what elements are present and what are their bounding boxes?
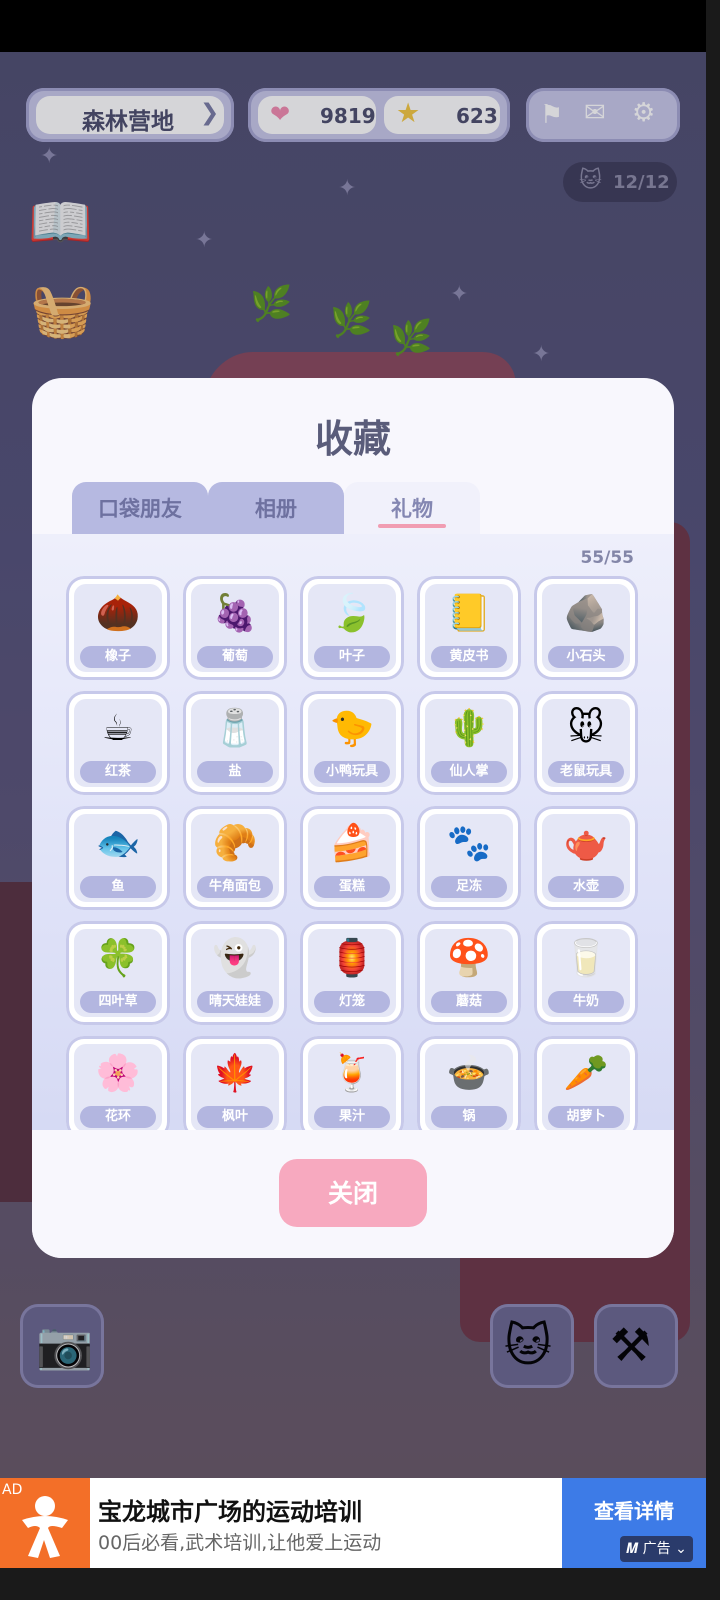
- gift-item-label: 盐: [197, 761, 273, 783]
- gift-item-label: 红茶: [80, 761, 156, 783]
- gift-item[interactable]: 🐟 鱼: [66, 806, 170, 910]
- gift-item[interactable]: 🥕 胡萝卜: [534, 1036, 638, 1140]
- salt-bottle-icon: 🧂: [212, 708, 258, 749]
- pebbles-icon: 🪨: [563, 593, 609, 634]
- gift-item[interactable]: 🌸 花环: [66, 1036, 170, 1140]
- gift-item-label: 果汁: [314, 1106, 390, 1128]
- carrot-icon: 🥕: [563, 1053, 609, 1094]
- gift-item-label: 蘑菇: [431, 991, 507, 1013]
- croissant-icon: 🥐: [212, 823, 258, 864]
- gift-item[interactable]: 🥐 牛角面包: [183, 806, 287, 910]
- gift-item-label: 晴天娃娃: [197, 991, 273, 1013]
- maple-leaf-icon: 🍁: [212, 1053, 258, 1094]
- gift-item[interactable]: 🍹 果汁: [300, 1036, 404, 1140]
- gift-item-label: 鱼: [80, 876, 156, 898]
- gift-item-label: 葡萄: [197, 646, 273, 668]
- gift-item[interactable]: 🏮 灯笼: [300, 921, 404, 1025]
- leaf-icon: 🍃: [329, 593, 375, 634]
- status-bar: [0, 0, 706, 52]
- gift-item-label: 老鼠玩具: [548, 761, 624, 783]
- ad-mark[interactable]: 𝑴 广告 ⌄: [620, 1536, 693, 1562]
- gift-item[interactable]: ☕ 红茶: [66, 691, 170, 795]
- gift-item[interactable]: 📒 黄皮书: [417, 576, 521, 680]
- gift-item[interactable]: 🪨 小石头: [534, 576, 638, 680]
- gift-item-label: 花环: [80, 1106, 156, 1128]
- ad-badge: AD: [2, 1482, 23, 1498]
- gift-item-label: 小石头: [548, 646, 624, 668]
- gift-item[interactable]: 🫖 水壶: [534, 806, 638, 910]
- paw-jelly-icon: 🐾: [446, 823, 492, 864]
- mouse-toy-icon: 🐭: [567, 708, 605, 749]
- lantern-icon: 🏮: [329, 938, 375, 979]
- tea-cup-icon: ☕: [101, 708, 135, 749]
- yellow-book-icon: 📒: [446, 593, 492, 634]
- gift-item-label: 蛋糕: [314, 876, 390, 898]
- juice-glass-icon: 🍹: [329, 1053, 375, 1094]
- gift-item-label: 水壶: [548, 876, 624, 898]
- cactus-icon: 🌵: [446, 708, 492, 749]
- gift-item[interactable]: 🍁 枫叶: [183, 1036, 287, 1140]
- gift-item[interactable]: 🧂 盐: [183, 691, 287, 795]
- grape-icon: 🍇: [212, 593, 258, 634]
- gift-item[interactable]: 🐭 老鼠玩具: [534, 691, 638, 795]
- gift-item-label: 锅: [431, 1106, 507, 1128]
- clover-icon: 🍀: [95, 938, 141, 979]
- gift-item-label: 仙人掌: [431, 761, 507, 783]
- active-tab-indicator: [378, 524, 446, 528]
- gift-item-label: 枫叶: [197, 1106, 273, 1128]
- gift-item-label: 叶子: [314, 646, 390, 668]
- milk-carton-icon: 🥛: [563, 938, 609, 979]
- modal-title: 收藏: [314, 417, 391, 461]
- ad-banner[interactable]: AD 宝龙城市广场的运动培训 00后必看,武术培训,让他爱上运动 查看详情 𝑴 …: [0, 1478, 706, 1568]
- gift-item-label: 牛奶: [548, 991, 624, 1013]
- ad-subtitle: 00后必看,武术培训,让他爱上运动: [98, 1532, 382, 1554]
- fish-icon: 🐟: [95, 823, 141, 864]
- gift-item[interactable]: 🌵 仙人掌: [417, 691, 521, 795]
- gift-item[interactable]: 🐾 足冻: [417, 806, 521, 910]
- gift-item[interactable]: 🍀 四叶草: [66, 921, 170, 1025]
- gift-item[interactable]: 👻 晴天娃娃: [183, 921, 287, 1025]
- teapot-icon: 🫖: [563, 823, 609, 864]
- tab-album[interactable]: 相册: [208, 482, 344, 536]
- acorn-icon: 🌰: [95, 593, 141, 634]
- mushroom-icon: 🍄: [446, 938, 492, 979]
- ad-mark-logo-icon: 𝑴: [626, 1541, 643, 1557]
- gift-item[interactable]: 🍰 蛋糕: [300, 806, 404, 910]
- collection-modal: 收藏 口袋朋友 相册 礼物 55/55 🌰 橡子 🍇 葡萄 🍃 叶子 📒 黄皮书 🪨 小石头 ☕ 红茶…: [32, 378, 674, 1258]
- ad-title: 宝龙城市广场的运动培训: [98, 1498, 362, 1526]
- gift-item-label: 四叶草: [80, 991, 156, 1013]
- gift-item[interactable]: 🍃 叶子: [300, 576, 404, 680]
- tab-gifts[interactable]: 礼物: [344, 482, 480, 536]
- collection-count: 55/55: [580, 548, 634, 568]
- gift-item-label: 橡子: [80, 646, 156, 668]
- teru-teru-bozu-icon: 👻: [212, 938, 258, 979]
- rubber-duck-icon: 🐤: [329, 708, 375, 749]
- gift-item-label: 胡萝卜: [548, 1106, 624, 1128]
- gift-item-label: 牛角面包: [197, 876, 273, 898]
- gift-item[interactable]: 🥛 牛奶: [534, 921, 638, 1025]
- chevron-down-icon: ⌄: [670, 1541, 687, 1557]
- cake-icon: 🍰: [329, 823, 375, 864]
- flower-wreath-icon: 🌸: [95, 1053, 141, 1094]
- modal-footer: 关闭: [32, 1130, 674, 1258]
- gift-item-label: 灯笼: [314, 991, 390, 1013]
- gift-item-label: 黄皮书: [431, 646, 507, 668]
- gift-item[interactable]: 🍲 锅: [417, 1036, 521, 1140]
- gift-item[interactable]: 🐤 小鸭玩具: [300, 691, 404, 795]
- gift-item-label: 足冻: [431, 876, 507, 898]
- pot-icon: 🍲: [446, 1053, 492, 1094]
- gift-item[interactable]: 🍇 葡萄: [183, 576, 287, 680]
- close-button[interactable]: 关闭: [279, 1159, 427, 1227]
- gift-item[interactable]: 🌰 橡子: [66, 576, 170, 680]
- gift-grid: 55/55 🌰 橡子 🍇 葡萄 🍃 叶子 📒 黄皮书 🪨 小石头 ☕ 红茶 🧂 盐 🐤 小鸭玩具 🌵 仙人掌 🐭 老鼠…: [32, 534, 674, 1140]
- tab-pocket-friends[interactable]: 口袋朋友: [72, 482, 208, 536]
- gift-item-label: 小鸭玩具: [314, 761, 390, 783]
- gift-item[interactable]: 🍄 蘑菇: [417, 921, 521, 1025]
